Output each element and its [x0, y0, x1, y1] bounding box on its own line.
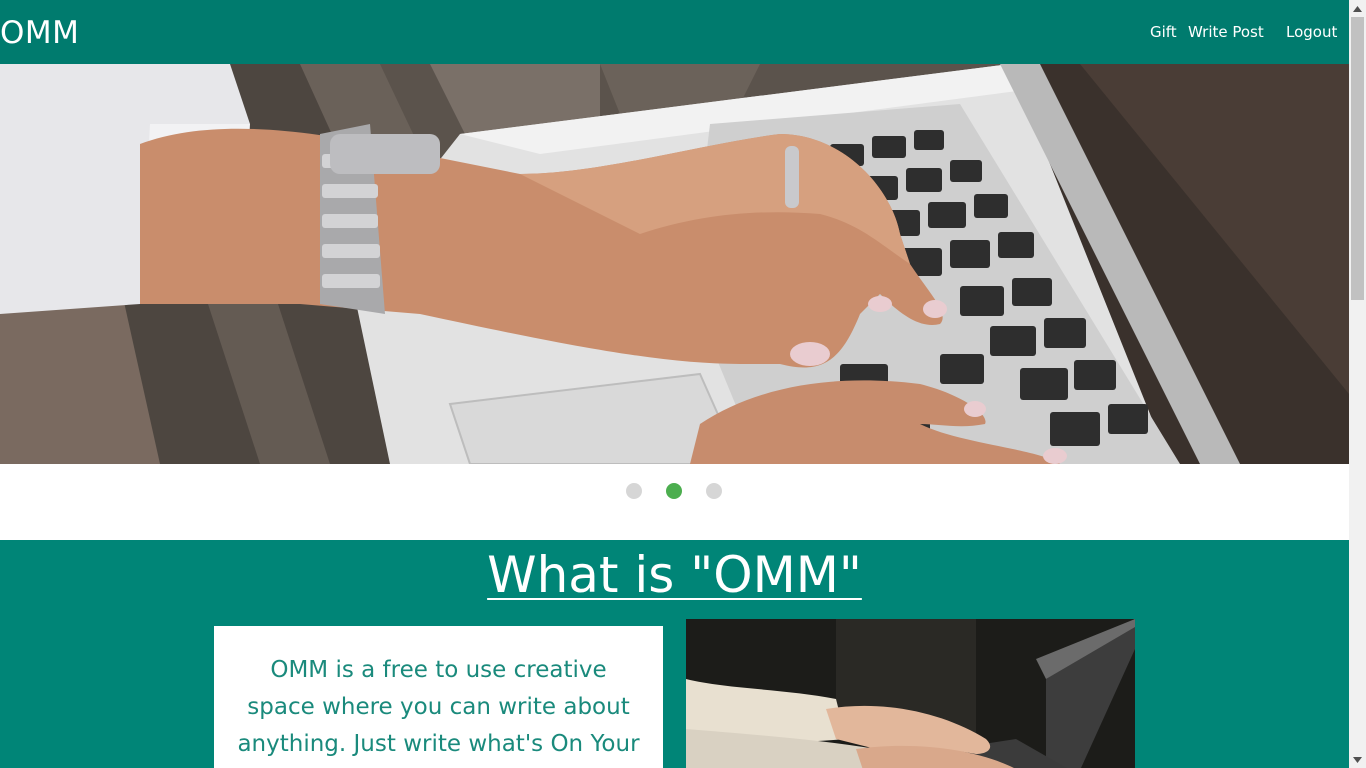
- carousel-indicators: [0, 464, 1349, 540]
- nav-link-write-post[interactable]: Write Post: [1188, 22, 1264, 42]
- carousel-dot-3[interactable]: [706, 483, 722, 499]
- navbar: OMM Gift Write Post Logout: [0, 0, 1349, 64]
- brand-logo[interactable]: OMM: [0, 14, 79, 52]
- nav-link-gift[interactable]: Gift: [1150, 22, 1177, 42]
- scrollbar-thumb[interactable]: [1351, 17, 1364, 300]
- page: OMM Gift Write Post Logout What is "OMM"…: [0, 0, 1349, 768]
- carousel-dot-2-active[interactable]: [666, 483, 682, 499]
- scroll-up-arrow-icon[interactable]: [1349, 0, 1366, 17]
- nav-link-logout[interactable]: Logout: [1286, 22, 1337, 42]
- about-text: OMM is a free to use creative space wher…: [237, 657, 640, 757]
- about-section: What is "OMM" OMM is a free to use creat…: [0, 540, 1349, 768]
- about-image: [686, 619, 1135, 768]
- carousel-dot-1[interactable]: [626, 483, 642, 499]
- about-card: OMM is a free to use creative space wher…: [214, 626, 663, 768]
- vertical-scrollbar[interactable]: [1349, 0, 1366, 768]
- scroll-down-arrow-icon[interactable]: [1349, 751, 1366, 768]
- about-title: What is "OMM": [487, 546, 862, 604]
- hero-carousel-image: [0, 64, 1349, 464]
